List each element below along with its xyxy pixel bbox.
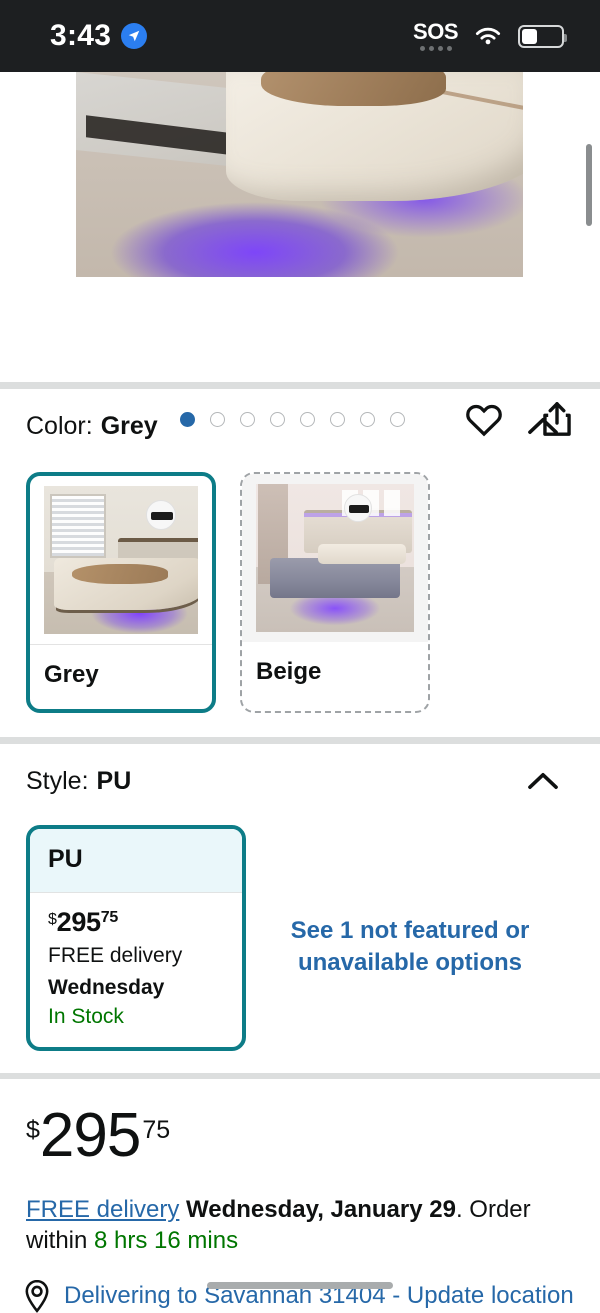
style-stock-status: In Stock bbox=[48, 1004, 124, 1028]
delivery-date: Wednesday, January 29 bbox=[186, 1195, 456, 1223]
style-price-cents: 75 bbox=[100, 909, 119, 926]
price-block: $ 295 75 bbox=[0, 1079, 600, 1166]
status-bar-clock: 3:43 bbox=[50, 19, 112, 52]
battery-icon bbox=[518, 24, 567, 48]
style-label: Style: bbox=[26, 767, 89, 795]
gallery-dot[interactable] bbox=[180, 411, 195, 427]
status-bar: 3:43 SOS bbox=[0, 0, 600, 72]
signal-dots-icon bbox=[419, 46, 452, 51]
color-twister-section: Color: Grey Grey Beige bbox=[0, 389, 600, 737]
status-bar-right: SOS bbox=[413, 21, 567, 51]
style-option-pu-title: PU bbox=[30, 829, 242, 893]
gallery-action-buttons bbox=[464, 400, 574, 438]
style-collapse-toggle[interactable] bbox=[520, 766, 566, 801]
gallery-dot[interactable] bbox=[360, 411, 375, 427]
share-icon[interactable] bbox=[540, 400, 574, 438]
gallery-dot[interactable] bbox=[240, 411, 255, 427]
color-option-beige[interactable]: Beige bbox=[240, 472, 430, 713]
product-hero-image[interactable] bbox=[76, 72, 523, 277]
price-currency-symbol: $ bbox=[26, 1115, 40, 1144]
style-section-title: Style: PU bbox=[26, 766, 131, 796]
style-option-pu-details: $29575 FREE delivery Wednesday In Stock bbox=[30, 893, 242, 1047]
home-indicator bbox=[207, 1282, 393, 1289]
product-price: $ 295 75 bbox=[26, 1100, 574, 1170]
section-divider bbox=[0, 382, 600, 389]
sos-indicator: SOS bbox=[413, 21, 458, 51]
price-cents-part: 75 bbox=[142, 1115, 171, 1144]
wifi-icon bbox=[475, 27, 501, 45]
color-option-grey-label: Grey bbox=[30, 644, 212, 709]
color-option-grey[interactable]: Grey bbox=[26, 472, 216, 713]
style-delivery-line: FREE delivery bbox=[48, 944, 183, 967]
product-image-gallery[interactable] bbox=[0, 72, 600, 437]
color-option-beige-image bbox=[242, 474, 428, 642]
delivery-countdown: 8 hrs 16 mins bbox=[94, 1227, 239, 1255]
style-price-whole: 295 bbox=[56, 907, 101, 937]
gallery-dot[interactable] bbox=[300, 411, 315, 427]
gallery-dot[interactable] bbox=[330, 411, 345, 427]
color-options-row: Grey Beige bbox=[26, 446, 574, 737]
status-bar-left: 3:43 bbox=[50, 19, 148, 53]
not-featured-options-label: See 1 not featured or unavailable option… bbox=[290, 917, 530, 976]
gallery-dot[interactable] bbox=[390, 411, 405, 427]
price-whole-part: 295 bbox=[39, 1100, 141, 1170]
style-delivery-day: Wednesday bbox=[48, 976, 165, 1000]
location-arrow-icon bbox=[121, 23, 148, 49]
color-option-grey-image bbox=[30, 476, 212, 644]
location-pin-icon bbox=[25, 1279, 49, 1313]
gallery-pagination-dots[interactable] bbox=[180, 411, 464, 427]
style-options-row: PU $29575 FREE delivery Wednesday In Sto… bbox=[26, 801, 574, 1073]
gallery-dot[interactable] bbox=[210, 411, 225, 427]
chevron-up-icon bbox=[528, 773, 558, 789]
style-option-pu[interactable]: PU $29575 FREE delivery Wednesday In Sto… bbox=[26, 825, 246, 1051]
style-price-currency: $ bbox=[48, 911, 57, 928]
style-twister-section: Style: PU PU $29575 FREE delivery Wednesd… bbox=[0, 744, 600, 1073]
page-scrollbar[interactable] bbox=[586, 144, 592, 226]
delivery-info: FREE delivery Wednesday, January 29. Ord… bbox=[0, 1166, 600, 1257]
style-selected-value: PU bbox=[96, 767, 132, 795]
style-option-pu-price: $29575 bbox=[48, 907, 224, 938]
sos-label: SOS bbox=[413, 19, 458, 44]
color-option-beige-label: Beige bbox=[256, 658, 322, 685]
section-divider bbox=[0, 737, 600, 744]
not-featured-options-link[interactable]: See 1 not featured or unavailable option… bbox=[246, 825, 574, 1051]
heart-icon[interactable] bbox=[464, 401, 504, 437]
gallery-dot[interactable] bbox=[270, 411, 285, 427]
style-section-header[interactable]: Style: PU bbox=[26, 766, 574, 801]
free-delivery-link[interactable]: FREE delivery bbox=[26, 1196, 179, 1223]
gallery-controls bbox=[0, 398, 600, 440]
